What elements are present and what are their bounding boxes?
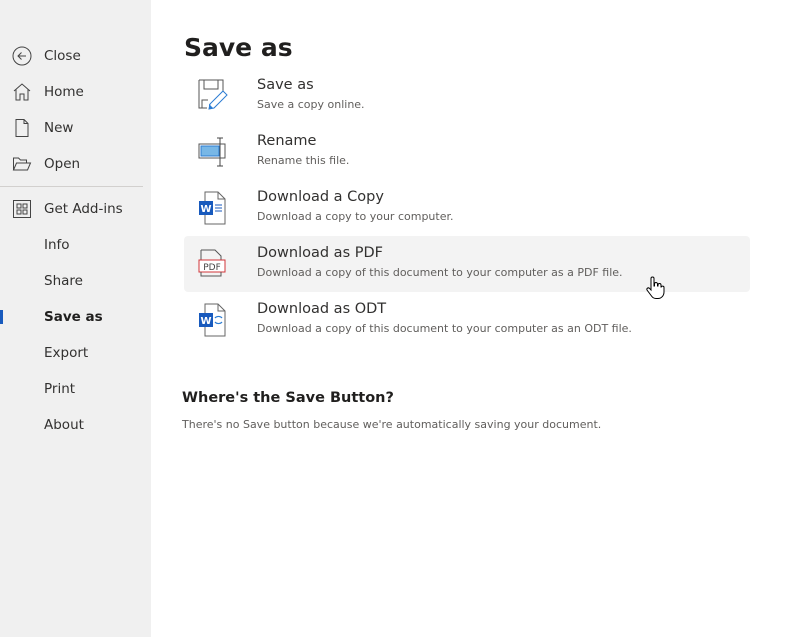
sidebar-item-open[interactable]: Open <box>0 149 151 179</box>
save-info-text: There's no Save button because we're aut… <box>182 418 602 431</box>
svg-text:W: W <box>200 316 211 327</box>
sidebar-item-home[interactable]: Home <box>0 77 151 107</box>
option-download-copy[interactable]: W Download a Copy Download a copy to you… <box>184 180 750 236</box>
hand-cursor-icon <box>645 276 665 300</box>
save-info-heading: Where's the Save Button? <box>182 390 394 406</box>
main-content: Save as Save as Save a copy online. Rena… <box>151 0 795 637</box>
sidebar-item-label: Export <box>44 345 89 361</box>
sidebar-item-label: New <box>44 120 74 136</box>
word-odt-icon: W <box>196 302 230 338</box>
active-indicator <box>0 310 3 324</box>
option-title: Download a Copy <box>257 189 384 205</box>
option-description: Download a copy of this document to your… <box>257 266 623 279</box>
sidebar: Close Home New Open Get Add-ins Info Sha… <box>0 0 151 637</box>
sidebar-item-about[interactable]: About <box>0 410 151 440</box>
new-document-icon <box>12 118 32 138</box>
sidebar-item-new[interactable]: New <box>0 113 151 143</box>
home-icon <box>12 82 32 102</box>
back-arrow-icon <box>12 46 32 66</box>
sidebar-item-label: Open <box>44 156 81 172</box>
option-description: Download a copy of this document to your… <box>257 322 632 335</box>
sidebar-item-label: Print <box>44 381 76 397</box>
sidebar-divider <box>0 186 143 187</box>
svg-text:W: W <box>200 204 211 215</box>
sidebar-item-print[interactable]: Print <box>0 374 151 404</box>
option-title: Rename <box>257 133 317 149</box>
page-title: Save as <box>184 33 293 62</box>
option-description: Rename this file. <box>257 154 350 167</box>
svg-text:PDF: PDF <box>203 263 221 273</box>
sidebar-item-save-as[interactable]: Save as <box>0 302 151 332</box>
option-description: Save a copy online. <box>257 98 365 111</box>
sidebar-item-close[interactable]: Close <box>0 41 151 71</box>
sidebar-item-get-add-ins[interactable]: Get Add-ins <box>0 194 151 224</box>
sidebar-item-label: Share <box>44 273 83 289</box>
sidebar-item-share[interactable]: Share <box>0 266 151 296</box>
option-title: Save as <box>257 77 314 93</box>
sidebar-item-label: Home <box>44 84 84 100</box>
word-document-icon: W <box>196 190 230 226</box>
sidebar-item-info[interactable]: Info <box>0 230 151 260</box>
pdf-icon: PDF <box>196 246 230 282</box>
option-save-as[interactable]: Save as Save a copy online. <box>184 68 750 124</box>
option-rename[interactable]: Rename Rename this file. <box>184 124 750 180</box>
option-download-pdf[interactable]: PDF Download as PDF Download a copy of t… <box>184 236 750 292</box>
rename-icon <box>196 134 230 170</box>
save-as-pencil-icon <box>196 78 230 114</box>
option-download-odt[interactable]: W Download as ODT Download a copy of thi… <box>184 292 750 348</box>
add-ins-grid-icon <box>12 199 32 219</box>
folder-open-icon <box>12 154 32 174</box>
sidebar-item-label: Save as <box>44 309 103 325</box>
option-title: Download as PDF <box>257 245 383 261</box>
sidebar-item-export[interactable]: Export <box>0 338 151 368</box>
sidebar-item-label: Close <box>44 48 81 64</box>
sidebar-item-label: Get Add-ins <box>44 201 123 217</box>
sidebar-item-label: About <box>44 417 84 433</box>
option-title: Download as ODT <box>257 301 387 317</box>
sidebar-item-label: Info <box>44 237 70 253</box>
option-description: Download a copy to your computer. <box>257 210 454 223</box>
